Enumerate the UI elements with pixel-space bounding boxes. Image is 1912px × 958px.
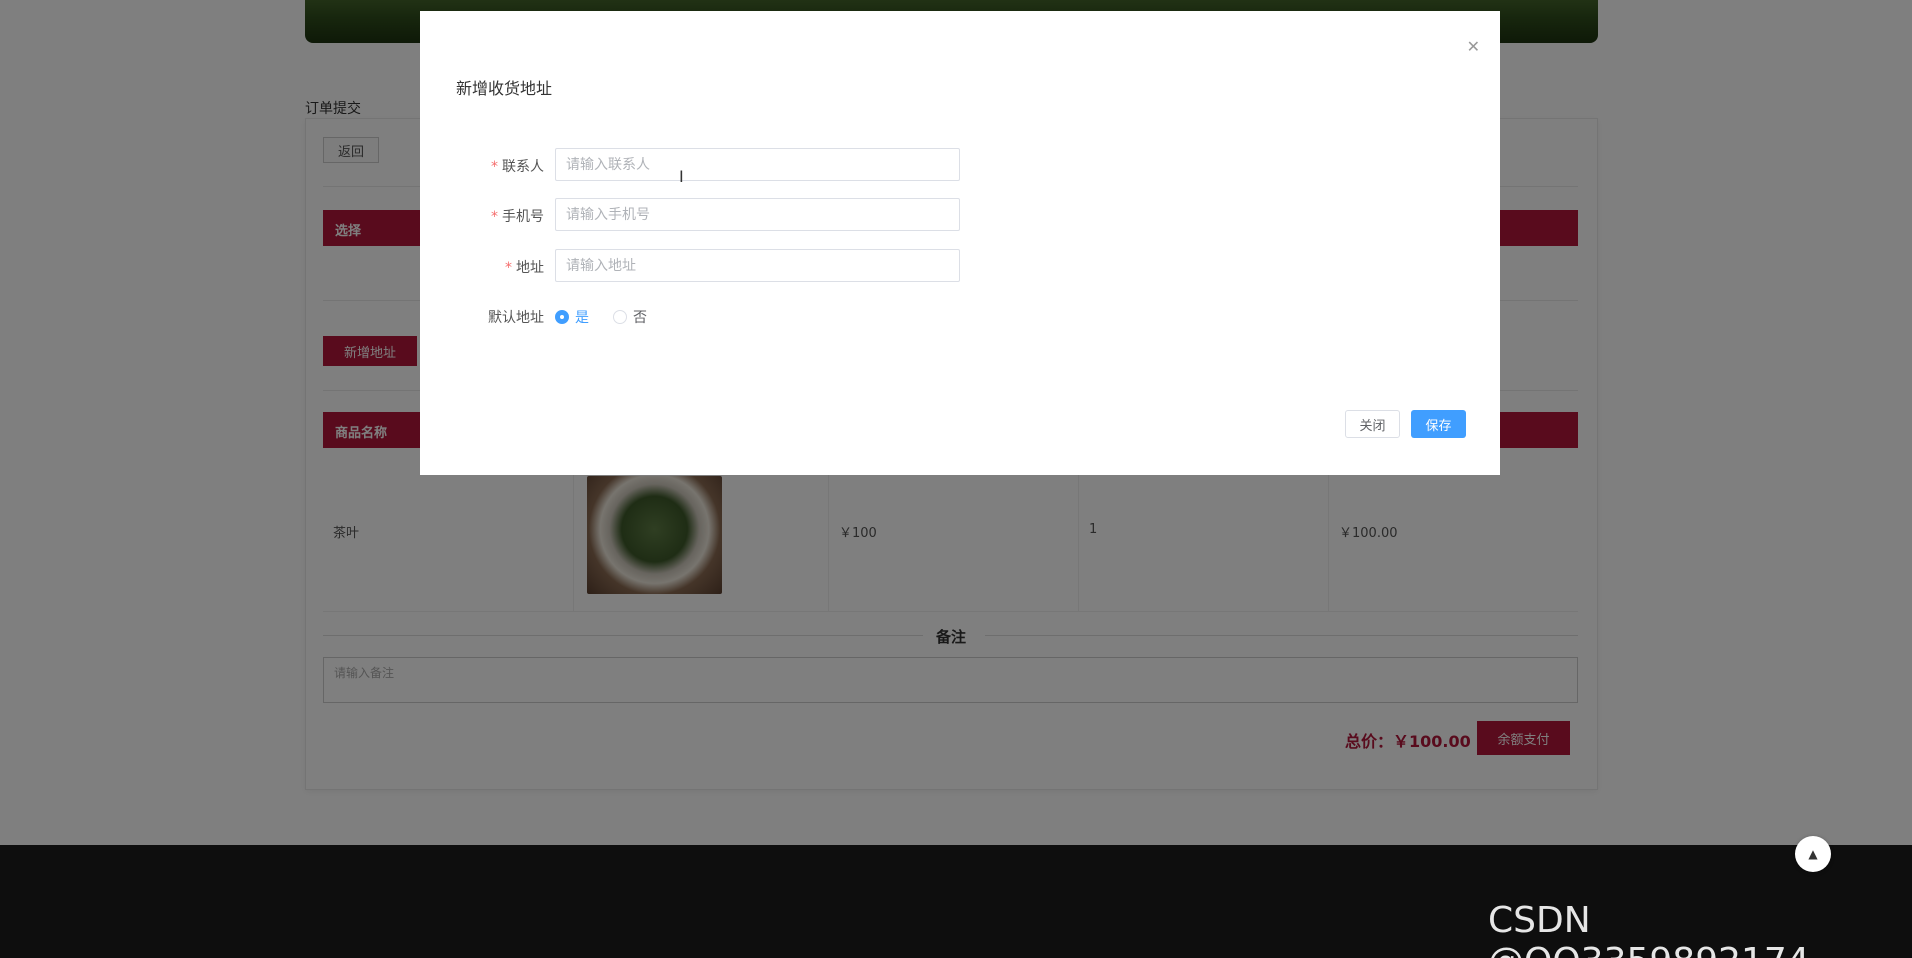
default-address-radio-group: 是 否	[555, 307, 647, 327]
radio-checked-icon	[555, 310, 569, 324]
address-label: * 地址	[505, 260, 544, 276]
default-yes-radio[interactable]: 是	[555, 307, 589, 327]
default-no-radio[interactable]: 否	[613, 307, 647, 327]
contact-row: * 联系人	[420, 148, 1020, 182]
phone-row: * 手机号	[420, 198, 1020, 232]
dialog-title: 新增收货地址	[456, 79, 553, 98]
contact-label: * 联系人	[491, 159, 544, 175]
address-row: * 地址	[420, 249, 1020, 283]
watermark: CSDN @QQ3359892174	[1488, 900, 1810, 958]
close-icon[interactable]: ✕	[1467, 39, 1480, 55]
default-address-row: 默认地址 是 否	[420, 299, 1020, 333]
default-address-label: 默认地址	[488, 310, 544, 326]
close-button[interactable]: 关闭	[1345, 410, 1400, 438]
arrow-up-icon[interactable]: ▲	[1795, 836, 1831, 872]
add-address-dialog: 新增收货地址 ✕ *联系人 *手机号 *地址 默认地址 是 否 I 关闭 保存	[420, 11, 1500, 475]
radio-unchecked-icon	[613, 310, 627, 324]
phone-input[interactable]	[555, 198, 960, 231]
save-button[interactable]: 保存	[1411, 410, 1466, 438]
address-input[interactable]	[555, 249, 960, 282]
text-cursor-icon: I	[679, 167, 684, 186]
phone-label: * 手机号	[491, 209, 544, 225]
contact-input[interactable]	[555, 148, 960, 181]
